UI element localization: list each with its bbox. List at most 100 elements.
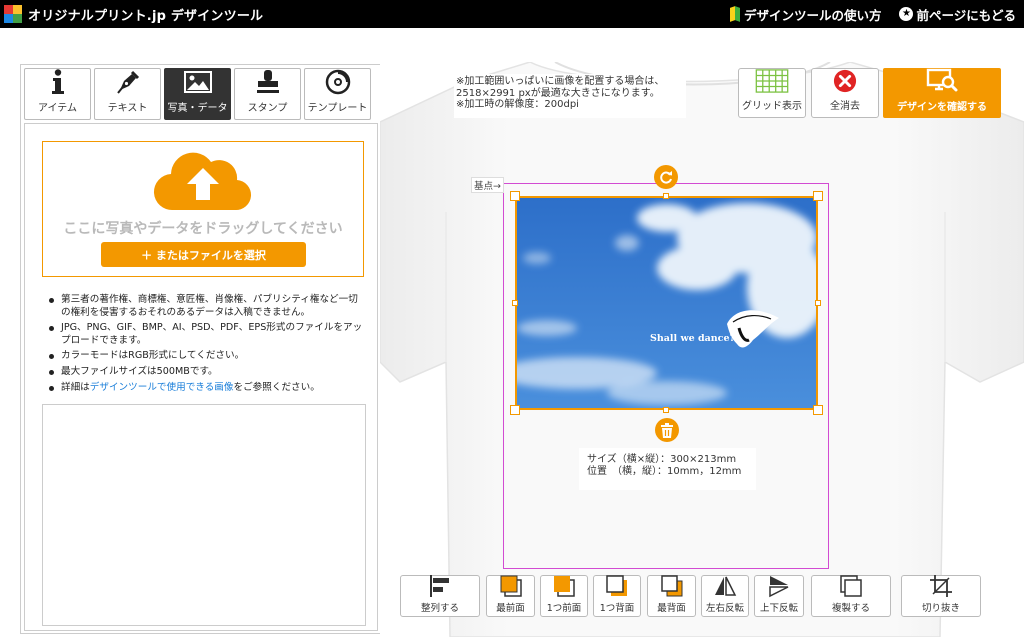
list-item: 詳細はデザインツールで使用できる画像をご参照ください。 [47,382,367,395]
list-item: 最大ファイルサイズは500MBです。 [47,366,367,379]
send-back-icon [660,574,684,598]
bring-forward-label: 1つ前面 [546,603,582,614]
tab-template-label: テンプレート [307,103,368,114]
info-line: ※加工時の解像度：200dpi [456,99,579,110]
clear-x-icon [833,69,857,93]
guide-link[interactable]: デザインツールの使い方 [730,5,882,24]
bring-forward-button[interactable]: 1つ前面 [540,575,588,617]
align-button[interactable]: 整列する [400,575,480,617]
stamp-icon [255,69,281,95]
info-icon [51,69,65,95]
select-file-button[interactable]: ＋ またはファイルを選択 [101,242,306,267]
image-icon [183,69,212,95]
resize-handle-bottom-left[interactable] [510,405,520,415]
tab-photo-data[interactable]: 写真・データ [164,68,231,120]
top-bar: オリジナルプリント.jp デザインツール デザインツールの使い方 ★ 前ページに… [0,0,1024,28]
send-backward-label: 1つ背面 [599,603,635,614]
tab-template[interactable]: テンプレート [304,68,371,120]
left-panel: アイテム テキスト 写真・データ スタンプ テンプレート ここに写真やデータをド… [20,64,382,634]
send-back-button[interactable]: 最背面 [647,575,696,617]
duplicate-button[interactable]: 複製する [811,575,891,617]
print-info-note: ※加工範囲いっぱいに画像を配置する場合は、 2518×2991 pxが最適な大き… [454,74,686,118]
sky-photo[interactable]: Shall we dance? [517,198,816,408]
resize-handle-top-left[interactable] [510,191,520,201]
confirm-button-label: デザインを確認する [897,102,987,113]
guide-link-label: デザインツールの使い方 [743,7,882,23]
flip-horizontal-button[interactable]: 左右反転 [701,575,749,617]
send-back-label: 最背面 [657,603,686,614]
info-line: ※加工範囲いっぱいに画像を配置する場合は、 [456,76,665,87]
list-item: JPG、PNG、GIF、BMP、AI、PSD、PDF、EPS形式のファイルをアッ… [47,322,367,347]
bring-front-label: 最前面 [496,603,525,614]
tab-item[interactable]: アイテム [24,68,91,120]
trash-icon[interactable] [655,418,679,442]
bring-forward-icon [552,574,576,598]
position-readout: 位置 （横，縦）：10mm，12mm [587,466,742,477]
note-detail-suffix: をご参照ください。 [233,381,320,393]
bring-front-button[interactable]: 最前面 [486,575,535,617]
duplicate-label: 複製する [831,603,870,614]
flip-horizontal-label: 左右反転 [705,603,744,614]
logo[interactable]: オリジナルプリント.jp デザインツール [4,5,263,24]
tab-photo-data-label: 写真・データ [167,103,228,114]
grid-icon [755,69,789,93]
beginner-leaf-icon [730,7,741,21]
monitor-search-icon [926,68,958,92]
template-icon [325,69,351,95]
tool-tabs: アイテム テキスト 写真・データ スタンプ テンプレート [24,68,371,120]
flip-horizontal-icon [713,574,737,598]
size-readout: サイズ（横×縦）：300×213mm [587,454,737,465]
back-link[interactable]: ★ 前ページにもどる [899,5,1016,24]
confirm-design-button[interactable]: デザインを確認する [883,68,1001,118]
crop-button[interactable]: 切り抜き [901,575,981,617]
align-icon [428,574,452,598]
flip-vertical-icon [767,574,791,598]
resize-handle-top[interactable] [663,193,669,199]
note-detail-prefix: 詳細は [61,381,90,393]
resize-handle-bottom-right[interactable] [813,405,823,415]
back-star-icon: ★ [899,7,914,21]
list-item: 第三者の著作権、商標権、意匠権、肖像権、パブリシティ権など一切の権利を侵害するお… [47,294,367,319]
cloud-upload-icon [153,152,252,211]
back-link-label: 前ページにもどる [916,7,1016,23]
upload-notes: 第三者の著作権、商標権、意匠権、肖像権、パブリシティ権など一切の権利を侵害するお… [47,294,367,397]
resize-handle-top-right[interactable] [813,191,823,201]
size-position-readout: サイズ（横×縦）：300×213mm 位置 （横，縦）：10mm，12mm [579,448,756,490]
bring-front-icon [499,574,523,598]
tab-stamp[interactable]: スタンプ [234,68,301,120]
resize-handle-bottom[interactable] [663,407,669,413]
clear-all-button[interactable]: 全消去 [811,68,879,118]
tab-text-label: テキスト [107,103,148,114]
rotate-icon[interactable] [654,165,678,189]
tab-item-label: アイテム [38,103,77,114]
tab-text[interactable]: テキスト [94,68,161,120]
resize-handle-right[interactable] [815,300,821,306]
grid-button-label: グリッド表示 [742,101,802,112]
logo-cube-icon [4,5,22,23]
usable-images-link[interactable]: デザインツールで使用できる画像 [90,382,234,393]
drop-text: ここに写真やデータをドラッグしてください [63,221,343,237]
photo-caption: Shall we dance? [650,333,736,344]
tab-stamp-label: スタンプ [247,103,288,114]
pen-icon [115,69,141,95]
send-backward-icon [605,574,629,598]
upload-panel: ここに写真やデータをドラッグしてください ＋ またはファイルを選択 第三者の著作… [24,123,378,631]
crop-icon [929,574,953,598]
selected-image-frame[interactable]: Shall we dance? [515,196,818,410]
resize-handle-left[interactable] [512,300,518,306]
send-backward-button[interactable]: 1つ背面 [593,575,641,617]
base-point-label: 基点→ [471,177,504,193]
grid-toggle-button[interactable]: グリッド表示 [738,68,806,118]
crop-label: 切り抜き [921,603,960,614]
duplicate-icon [839,574,863,598]
flip-vertical-button[interactable]: 上下反転 [754,575,804,617]
align-label: 整列する [420,603,459,614]
drop-zone[interactable]: ここに写真やデータをドラッグしてください ＋ またはファイルを選択 [42,141,364,277]
uploaded-images-box [42,404,366,626]
list-item: カラーモードはRGB形式にしてください。 [47,350,367,363]
info-line: 2518×2991 pxが最適な大きさになります。 [456,87,660,99]
logo-text: オリジナルプリント.jp デザインツール [28,8,264,24]
flip-vertical-label: 上下反転 [759,603,798,614]
sky-clouds-image [517,198,816,408]
clear-button-label: 全消去 [830,101,860,112]
